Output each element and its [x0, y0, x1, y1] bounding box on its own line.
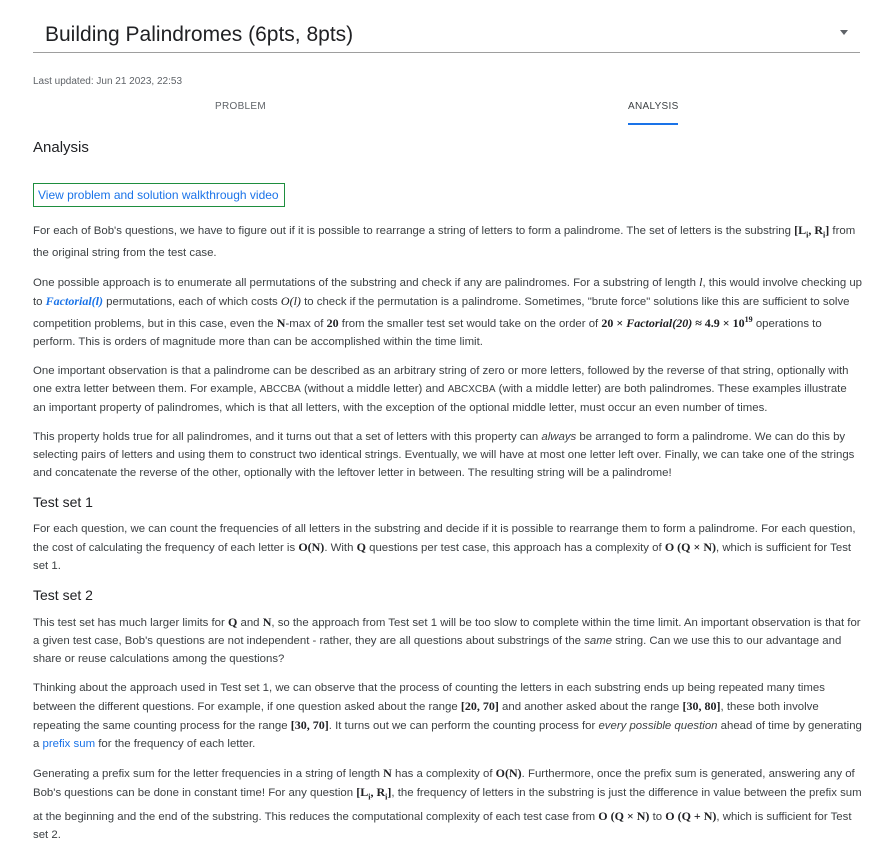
page-title: Building Palindromes (6pts, 8pts) [45, 23, 354, 46]
chevron-down-icon[interactable] [840, 30, 848, 35]
analysis-heading: Analysis [33, 139, 89, 156]
tab-problem[interactable]: PROBLEM [215, 101, 266, 112]
tab-active-indicator [628, 123, 678, 125]
paragraph: This test set has much larger limits for… [33, 615, 861, 666]
paragraph: Generating a prefix sum for the letter f… [33, 766, 862, 841]
paragraph: For each question, we can count the freq… [33, 523, 856, 573]
paragraph: One important observation is that a pali… [33, 365, 849, 415]
test-set-2-heading: Test set 2 [33, 587, 93, 604]
problem-selector[interactable]: Building Palindromes (6pts, 8pts) [33, 14, 860, 53]
factorial-link[interactable]: Factorial(l) [46, 294, 103, 308]
analysis-content: For each of Bob's questions, we have to … [33, 221, 862, 855]
paragraph: For each of Bob's questions, we have to … [33, 223, 856, 260]
paragraph: Thinking about the approach used in Test… [33, 682, 862, 751]
view-video-button[interactable]: View problem and solution walkthrough vi… [33, 183, 285, 207]
prefix-sum-link[interactable]: prefix sum [43, 738, 96, 750]
paragraph: One possible approach is to enumerate al… [33, 275, 863, 349]
last-updated: Last updated: Jun 21 2023, 22:53 [33, 76, 183, 87]
test-set-1-heading: Test set 1 [33, 494, 93, 511]
tab-analysis[interactable]: ANALYSIS [628, 101, 679, 112]
paragraph: This property holds true for all palindr… [33, 431, 855, 480]
